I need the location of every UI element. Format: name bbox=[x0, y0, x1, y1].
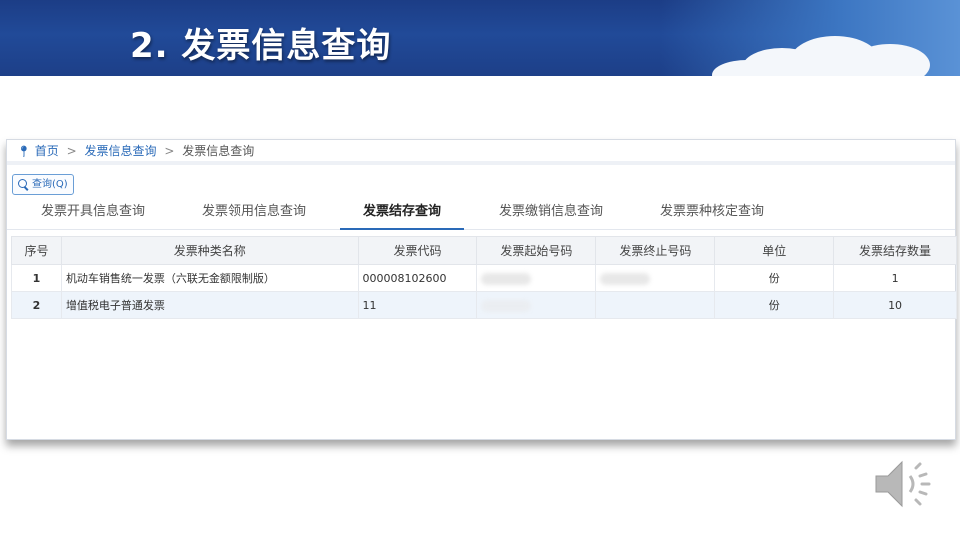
breadcrumb-separator: > bbox=[66, 144, 77, 158]
column-header-end-no[interactable]: 发票终止号码 bbox=[595, 236, 716, 265]
tab-inventory-query[interactable]: 发票结存查询 bbox=[340, 198, 464, 230]
column-header-seq[interactable]: 序号 bbox=[11, 236, 62, 265]
tab-issue-query[interactable]: 发票开具信息查询 bbox=[29, 198, 157, 230]
cell-end-no bbox=[595, 264, 716, 292]
tab-cancel-query[interactable]: 发票缴销信息查询 bbox=[487, 198, 615, 230]
breadcrumb-home-link[interactable]: 首页 bbox=[35, 144, 59, 158]
cell-quantity: 1 bbox=[833, 264, 957, 292]
table-row[interactable]: 2 增值税电子普通发票 11 份 10 bbox=[11, 291, 957, 319]
column-header-code[interactable]: 发票代码 bbox=[357, 236, 478, 265]
cell-end-no bbox=[595, 291, 716, 319]
column-header-name[interactable]: 发票种类名称 bbox=[60, 236, 359, 265]
location-pin-icon: 📍︎ bbox=[17, 145, 31, 158]
breadcrumb-separator: > bbox=[164, 144, 175, 158]
cell-unit: 份 bbox=[714, 264, 835, 292]
app-panel: 📍︎ 首页 > 发票信息查询 > 发票信息查询 查询(Q) 发票开具信息查询 发… bbox=[6, 139, 957, 440]
breadcrumb: 📍︎ 首页 > 发票信息查询 > 发票信息查询 bbox=[7, 140, 955, 165]
column-header-quantity[interactable]: 发票结存数量 bbox=[833, 236, 957, 265]
cell-seq: 2 bbox=[11, 291, 62, 319]
cell-code: 000008102600 bbox=[357, 264, 478, 292]
cell-name: 增值税电子普通发票 bbox=[60, 291, 359, 319]
cell-name: 机动车销售统一发票（六联无金额限制版） bbox=[60, 264, 359, 292]
breadcrumb-invoice-query-link[interactable]: 发票信息查询 bbox=[85, 144, 157, 158]
column-header-unit[interactable]: 单位 bbox=[714, 236, 835, 265]
search-icon bbox=[18, 179, 29, 190]
column-header-start-no[interactable]: 发票起始号码 bbox=[476, 236, 597, 265]
cell-seq: 1 bbox=[11, 264, 62, 292]
table-row[interactable]: 1 机动车销售统一发票（六联无金额限制版） 000008102600 份 1 bbox=[11, 264, 957, 292]
cell-unit: 份 bbox=[714, 291, 835, 319]
cell-start-no bbox=[476, 291, 597, 319]
query-button-label: 查询(Q) bbox=[32, 179, 68, 190]
breadcrumb-current: 发票信息查询 bbox=[182, 144, 255, 158]
inventory-table: 序号 发票种类名称 发票代码 发票起始号码 发票终止号码 单位 发票结存数量 1… bbox=[11, 236, 957, 319]
cell-quantity: 10 bbox=[833, 291, 957, 319]
query-button[interactable]: 查询(Q) bbox=[12, 174, 74, 195]
tab-type-approval-query[interactable]: 发票票种核定查询 bbox=[648, 198, 776, 230]
redacted-value bbox=[600, 272, 651, 285]
tab-receive-query[interactable]: 发票领用信息查询 bbox=[190, 198, 318, 230]
cell-start-no bbox=[476, 264, 597, 292]
redacted-value bbox=[481, 299, 532, 312]
cell-code: 11 bbox=[357, 291, 478, 319]
tab-bar: 发票开具信息查询 发票领用信息查询 发票结存查询 发票缴销信息查询 发票票种核定… bbox=[7, 198, 955, 230]
slide-banner: 2. 发票信息查询 bbox=[0, 0, 960, 76]
slide-title: 2. 发票信息查询 bbox=[130, 26, 392, 66]
speaker-icon[interactable] bbox=[872, 454, 936, 514]
table-header-row: 序号 发票种类名称 发票代码 发票起始号码 发票终止号码 单位 发票结存数量 bbox=[11, 236, 957, 265]
redacted-value bbox=[481, 272, 532, 285]
